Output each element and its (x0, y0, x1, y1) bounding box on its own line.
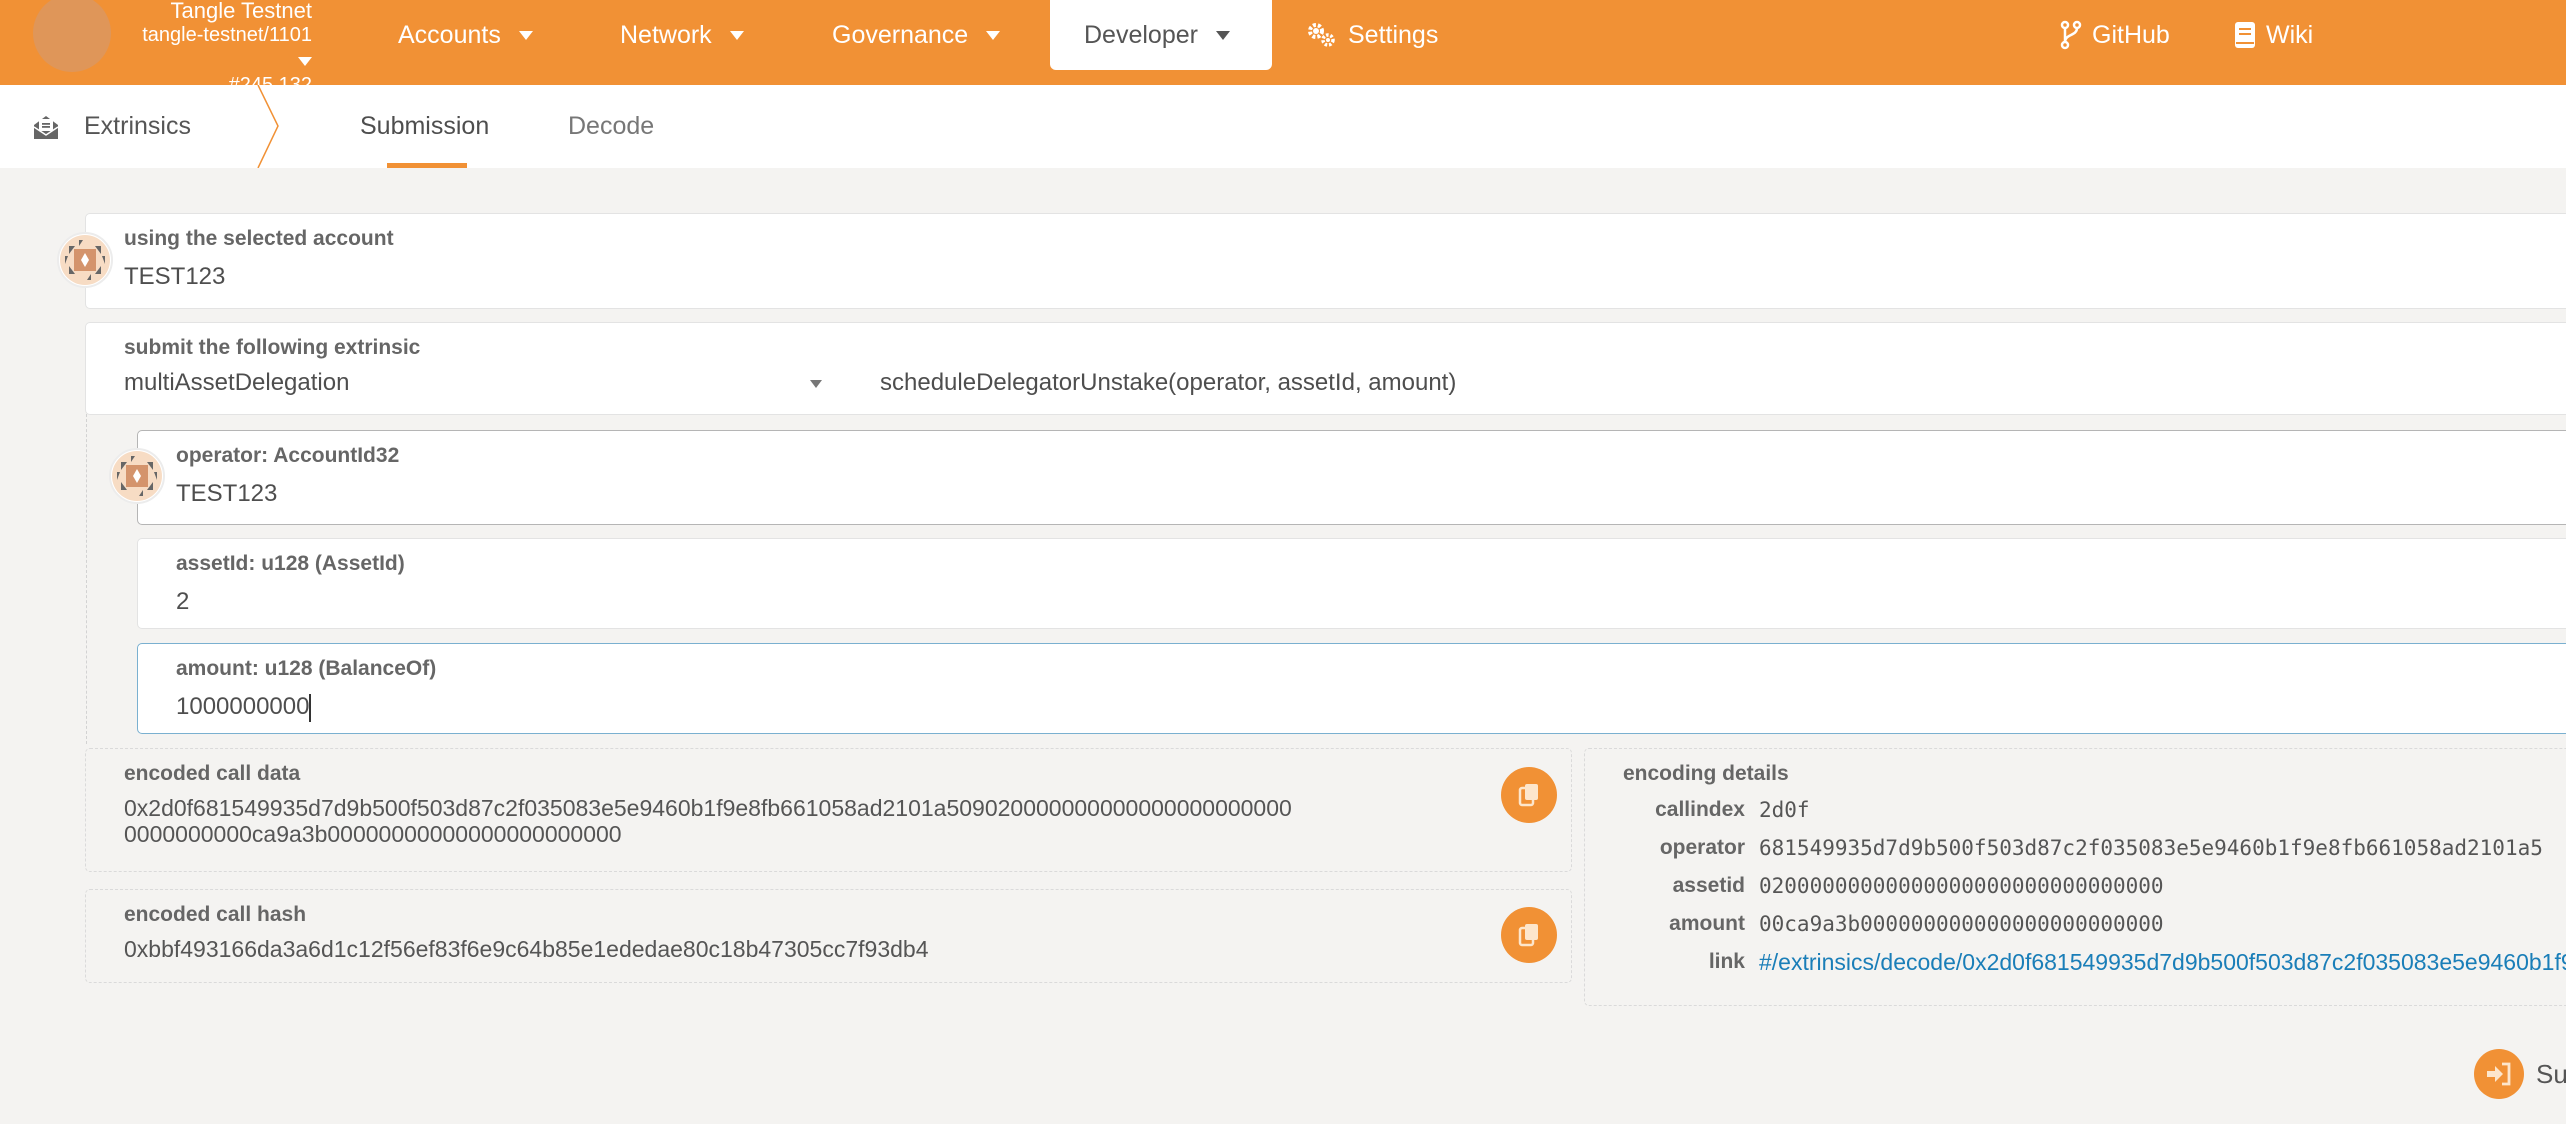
nav-accounts-label: Accounts (398, 20, 501, 49)
github-link[interactable]: GitHub (2060, 0, 2170, 70)
account-selector-label: using the selected account (124, 227, 394, 250)
nav-developer[interactable]: Developer (1050, 0, 1272, 70)
copy-icon (1518, 784, 1538, 807)
param-asset-id-value: 2 (176, 588, 190, 615)
code-branch-icon (2060, 20, 2082, 50)
submit-transaction-label: Submit Transaction (2536, 1058, 2566, 1089)
encoded-call-hash-label: encoded call hash (124, 903, 307, 926)
nav-network[interactable]: Network (620, 0, 744, 70)
encoded-call-data-line-1: 0x2d0f681549935d7d9b500f503d87c2f035083e… (124, 795, 1292, 821)
active-tab-indicator (387, 163, 467, 168)
section-title: Extrinsics (32, 85, 191, 168)
nav-settings[interactable]: Settings (1306, 0, 1438, 70)
wiki-link[interactable]: Wiki (2234, 0, 2313, 70)
submit-transaction-button[interactable]: Submit Transaction (2474, 1049, 2566, 1099)
details-key: operator (1659, 836, 1745, 859)
extrinsic-section-dropdown[interactable]: multiAssetDelegation (124, 369, 884, 397)
param-operator-value: TEST123 (176, 480, 278, 507)
nav-developer-label: Developer (1084, 20, 1198, 49)
cogs-icon (1306, 22, 1338, 48)
extrinsic-selector: submit the following extrinsic multiAsse… (85, 322, 2566, 415)
encoded-call-hash-panel: encoded call hash 0xbbf493166da3a6d1c12f… (85, 889, 1572, 983)
tab-submission-label: Submission (360, 112, 490, 140)
tab-decode-label: Decode (568, 112, 655, 140)
encoding-details-title: encoding details (1623, 762, 1789, 785)
tab-decode[interactable]: Decode (568, 85, 654, 168)
details-row-operator: operator 681549935d7d9b500f503d87c2f0350… (1585, 833, 2543, 863)
encoded-call-data-line-2: 0000000000ca9a3b00000000000000000000000 (124, 821, 622, 847)
chevron-down-icon (986, 30, 1001, 40)
details-value: 2d0f (1759, 798, 1810, 822)
details-row-callindex: callindex 2d0f (1585, 795, 1810, 825)
nav-governance-label: Governance (832, 20, 969, 49)
operator-identicon[interactable] (109, 448, 165, 504)
extrinsic-method-dropdown[interactable]: scheduleDelegatorUnstake(operator, asset… (880, 369, 1456, 397)
param-amount-label: amount: u128 (BalanceOf) (176, 657, 437, 680)
sign-in-icon (2474, 1049, 2524, 1099)
details-key: amount (1669, 912, 1745, 935)
copy-icon (1518, 924, 1538, 947)
copy-call-data-button[interactable] (1501, 767, 1557, 823)
param-operator-label: operator: AccountId32 (176, 444, 400, 467)
wiki-label: Wiki (2266, 20, 2314, 49)
details-value: 02000000000000000000000000000000 (1759, 874, 2164, 898)
chevron-down-icon[interactable] (810, 380, 822, 388)
details-row-link: link #/extrinsics/decode/0x2d0f681549935… (1585, 947, 2566, 977)
github-label: GitHub (2092, 20, 2170, 49)
copy-call-hash-button[interactable] (1501, 907, 1557, 963)
nav-governance[interactable]: Governance (832, 0, 1001, 70)
details-key: link (1708, 950, 1745, 973)
details-row-amount: amount 00ca9a3b000000000000000000000000 (1585, 909, 2164, 939)
param-amount[interactable]: amount: u128 (BalanceOf) 1000000000 (137, 643, 2566, 734)
details-key: callindex (1655, 798, 1745, 821)
chain-name: Tangle Testnet (170, 0, 312, 23)
encoding-details-panel: encoding details callindex 2d0f operator… (1584, 748, 2566, 1006)
nav-accounts[interactable]: Accounts (398, 0, 533, 70)
sub-navigation-bar: Extrinsics Submission Decode (0, 85, 2566, 168)
details-value: 681549935d7d9b500f503d87c2f035083e5e9460… (1759, 836, 2543, 860)
encoded-call-hash-value: 0xbbf493166da3a6d1c12f56ef83f6e9c64b85e1… (124, 936, 929, 962)
details-value: 00ca9a3b000000000000000000000000 (1759, 912, 2164, 936)
nav-network-label: Network (620, 20, 712, 49)
encoded-call-data-panel: encoded call data 0x2d0f681549935d7d9b50… (85, 748, 1572, 872)
details-key: assetid (1672, 874, 1745, 897)
param-amount-input[interactable]: 1000000000 (176, 693, 312, 722)
param-asset-id-label: assetId: u128 (AssetId) (176, 552, 405, 575)
top-navigation-bar: Tangle Testnet tangle-testnet/1101 #245,… (0, 0, 2566, 96)
decode-link[interactable]: #/extrinsics/decode/0x2d0f681549935d7d9b… (1759, 949, 2566, 976)
envelope-open-text-icon (32, 113, 60, 141)
text-cursor (309, 693, 312, 722)
section-title-label: Extrinsics (84, 112, 191, 140)
chevron-down-icon (729, 30, 744, 40)
account-identicon[interactable] (57, 232, 113, 288)
params-rail (86, 414, 87, 744)
account-selector-value: TEST123 (124, 263, 226, 290)
chain-spec-version: tangle-testnet/1101 (142, 24, 312, 46)
chevron-down-icon (298, 57, 312, 67)
account-selector[interactable]: using the selected account TEST123 (85, 213, 2566, 309)
param-amount-value: 1000000000 (176, 693, 310, 720)
param-operator[interactable]: operator: AccountId32 TEST123 (137, 430, 2566, 525)
extrinsic-selector-label: submit the following extrinsic (124, 336, 421, 359)
param-asset-id[interactable]: assetId: u128 (AssetId) 2 (137, 538, 2566, 629)
chain-selector[interactable]: Tangle Testnet tangle-testnet/1101 #245,… (120, 0, 312, 96)
details-row-assetid: assetid 02000000000000000000000000000000 (1585, 871, 2164, 901)
breadcrumb-separator (257, 85, 279, 168)
chevron-down-icon (1215, 30, 1230, 40)
tab-submission[interactable]: Submission (360, 85, 489, 168)
chain-logo[interactable] (33, 0, 111, 72)
chevron-down-icon (518, 30, 533, 40)
nav-settings-label: Settings (1348, 20, 1439, 49)
book-icon (2234, 21, 2256, 49)
encoded-call-data-label: encoded call data (124, 762, 301, 785)
